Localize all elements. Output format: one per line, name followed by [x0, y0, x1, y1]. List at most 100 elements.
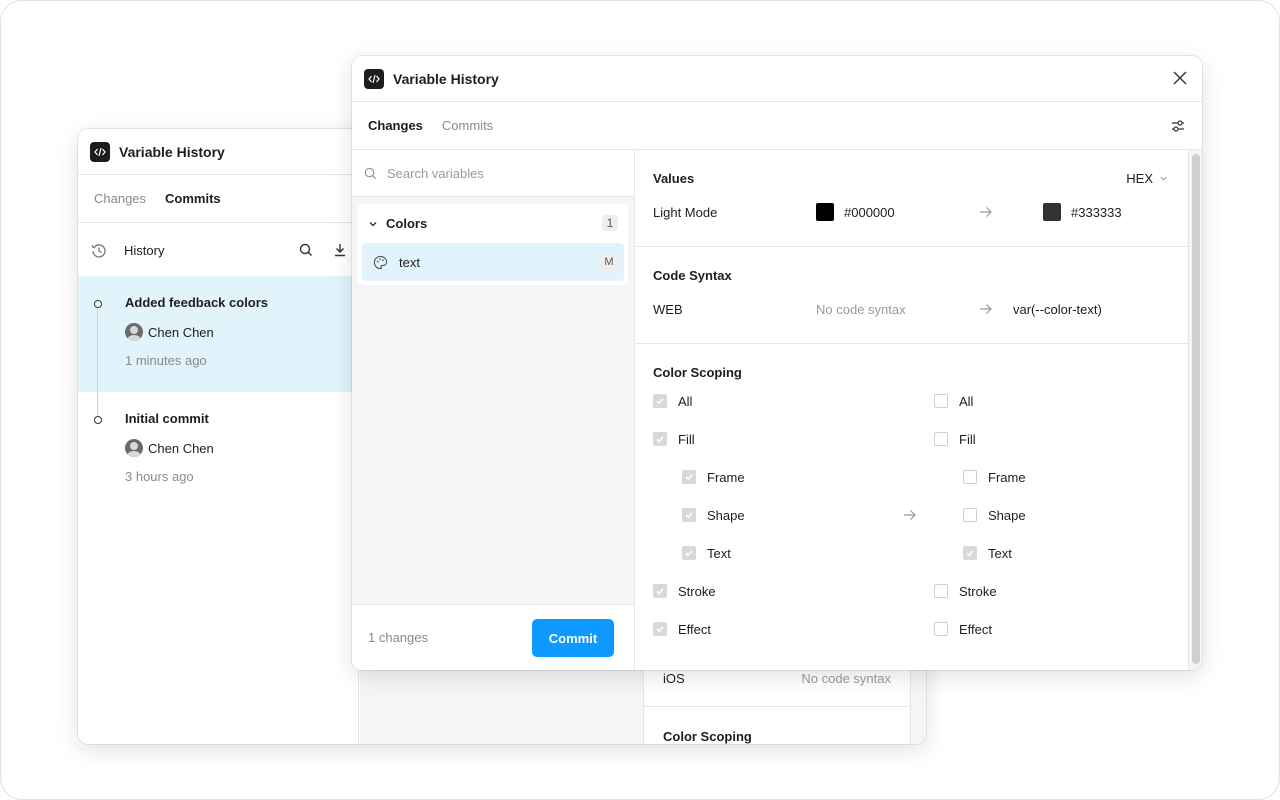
commit-title: Added feedback colors: [125, 295, 269, 310]
old-scope-option: Stroke: [653, 584, 716, 599]
scope-row: Frame Frame: [653, 458, 1170, 496]
palette-icon: [373, 255, 388, 269]
group-name: Colors: [386, 216, 428, 231]
old-scope-option: Frame: [682, 470, 745, 485]
back-tab-commits[interactable]: Commits: [165, 191, 221, 206]
scope-row: Fill Fill: [653, 420, 1170, 458]
ios-label: iOS: [663, 671, 685, 686]
scope-row: Text Text: [653, 534, 1170, 572]
scope-label: Effect: [678, 621, 712, 637]
filter-settings-icon[interactable]: [1170, 118, 1186, 134]
old-checkbox[interactable]: [653, 394, 667, 408]
scrollbar-thumb[interactable]: [1192, 154, 1200, 664]
commit-node: [94, 416, 102, 424]
group-header-colors[interactable]: Colors 1: [362, 204, 624, 243]
new-scope-option: Frame: [963, 470, 1026, 485]
scope-label: Fill: [678, 431, 695, 447]
scope-label: Stroke: [959, 583, 997, 599]
code-syntax-section: Code Syntax WEB No code syntax var(--col…: [635, 247, 1188, 344]
old-scope-option: All: [653, 394, 692, 409]
history-window-front: Variable History Changes Commits Colors …: [352, 56, 1202, 670]
search-bar: [352, 150, 634, 197]
history-label: History: [124, 243, 165, 258]
new-checkbox[interactable]: [934, 622, 948, 636]
value-row: Light Mode #000000 #333333: [653, 188, 1170, 236]
arrow-right-icon: [979, 206, 1028, 218]
ios-value: No code syntax: [801, 671, 891, 686]
scope-label: All: [678, 393, 693, 409]
commit-item[interactable]: Initial commit Chen Chen 3 hours ago: [78, 392, 358, 508]
format-select[interactable]: HEX: [1126, 171, 1168, 186]
old-checkbox[interactable]: [653, 622, 667, 636]
scope-label: Stroke: [678, 583, 716, 599]
changes-count: 1 changes: [368, 630, 428, 645]
variable-group: Colors 1 text M: [358, 204, 628, 285]
old-checkbox[interactable]: [653, 584, 667, 598]
new-checkbox[interactable]: [963, 546, 977, 560]
scope-label: Shape: [707, 507, 745, 523]
commit-button[interactable]: Commit: [532, 619, 614, 657]
commit-node: [94, 300, 102, 308]
commit-item[interactable]: Added feedback colors Chen Chen 1 minute…: [78, 276, 358, 419]
scope-label: Text: [988, 545, 1012, 561]
commit-author: Chen Chen: [125, 323, 358, 341]
back-tab-changes[interactable]: Changes: [94, 191, 146, 206]
values-section: Values HEX Light Mode #000000 #333333: [635, 150, 1188, 247]
back-window-title: Variable History: [119, 143, 225, 160]
old-scope-option: Fill: [653, 432, 695, 447]
old-color-swatch: [816, 203, 834, 221]
new-code-syntax: var(--color-text): [1013, 301, 1102, 317]
variable-name: text: [399, 254, 420, 270]
scope-row: Shape Shape: [653, 496, 1170, 534]
scope-row: Stroke Stroke: [653, 572, 1170, 610]
search-input[interactable]: [387, 165, 617, 181]
old-checkbox[interactable]: [682, 546, 696, 560]
history-header: History: [78, 225, 358, 276]
color-scoping-section: Color Scoping All All Fill Fill Frame Frame Sh…: [635, 344, 1188, 658]
scope-label: Text: [707, 545, 731, 561]
old-scope-option: Text: [682, 546, 731, 561]
scope-row: All All: [653, 382, 1170, 420]
commit-author: Chen Chen: [125, 439, 358, 457]
old-checkbox[interactable]: [682, 470, 696, 484]
modified-badge: M: [600, 253, 618, 271]
old-checkbox[interactable]: [682, 508, 696, 522]
new-scope-option: All: [934, 394, 973, 409]
variables-panel: Colors 1 text M 1 changes Commit: [352, 150, 635, 670]
scope-rows: All All Fill Fill Frame Frame Shape Shape Text Te…: [653, 392, 1170, 658]
new-checkbox[interactable]: [934, 394, 948, 408]
new-checkbox[interactable]: [963, 470, 977, 484]
new-checkbox[interactable]: [934, 432, 948, 446]
author-name: Chen Chen: [148, 324, 214, 340]
chevron-down-icon: [1160, 176, 1167, 181]
code-icon: [364, 68, 384, 89]
new-checkbox[interactable]: [934, 584, 948, 598]
old-scope-option: Shape: [682, 508, 745, 523]
author-name: Chen Chen: [148, 440, 214, 456]
scope-row: Effect Effect: [653, 610, 1170, 648]
old-checkbox[interactable]: [653, 432, 667, 446]
new-color-swatch: [1043, 203, 1061, 221]
new-checkbox[interactable]: [963, 508, 977, 522]
close-icon[interactable]: [1172, 70, 1188, 86]
tab-changes[interactable]: Changes: [368, 118, 423, 133]
commit-time: 3 hours ago: [125, 469, 194, 484]
history-icon: [91, 243, 106, 258]
commits-panel: History Added feedback colors Chen Chen …: [78, 225, 359, 744]
code-icon: [90, 141, 110, 162]
new-scope-option: Effect: [934, 622, 992, 637]
mode-label: Light Mode: [653, 204, 718, 220]
new-scope-option: Fill: [934, 432, 976, 447]
search-icon[interactable]: [298, 242, 314, 258]
variable-item-text[interactable]: text M: [362, 243, 624, 281]
old-code-syntax: No code syntax: [816, 301, 906, 317]
format-value: HEX: [1126, 171, 1153, 186]
scope-label: Fill: [959, 431, 976, 447]
arrow-right-icon: [903, 509, 917, 524]
avatar: [125, 323, 143, 341]
download-icon[interactable]: [332, 242, 348, 258]
code-syntax-row: WEB No code syntax var(--color-text): [653, 285, 1170, 333]
tab-commits[interactable]: Commits: [442, 118, 493, 133]
scope-label: Shape: [988, 507, 1026, 523]
front-tabbar: Changes Commits: [352, 102, 1202, 150]
